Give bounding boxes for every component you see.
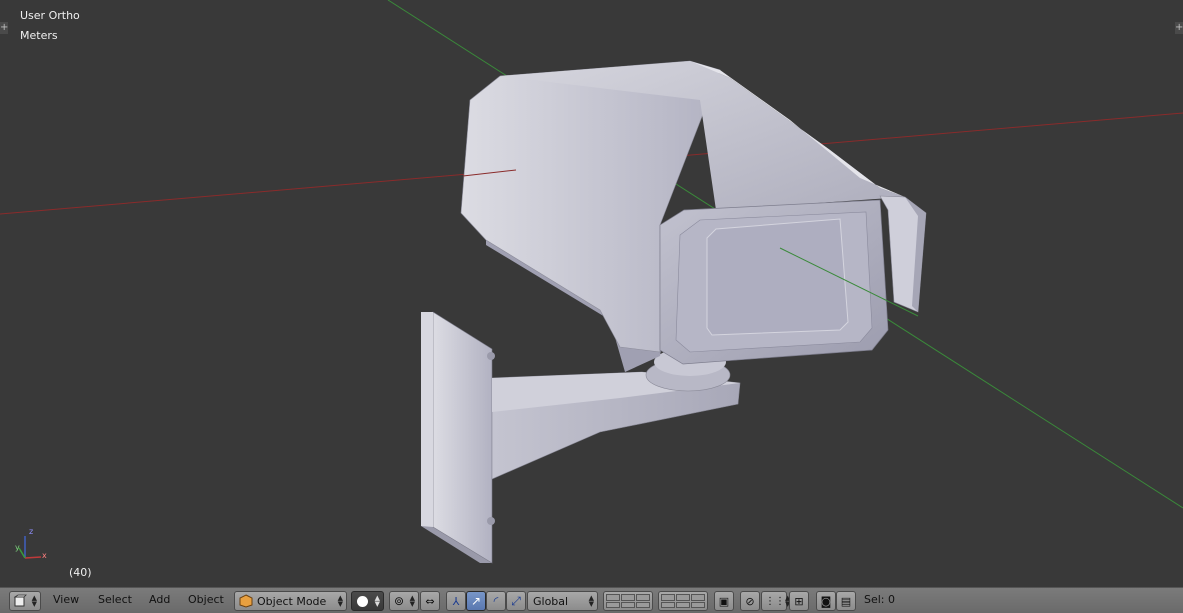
proportional-edit-button[interactable]: ⊘ <box>740 591 760 611</box>
render-opengl-button[interactable]: ◙ <box>816 591 836 611</box>
scale-manipulator-button[interactable]: ⤢ <box>506 591 526 611</box>
chevron-updown-icon: ▲ ▼ <box>337 594 343 608</box>
mode-selector[interactable]: Object Mode ▲ ▼ <box>234 591 347 611</box>
chevron-updown-icon: ▲ ▼ <box>374 594 380 608</box>
units-label: Meters <box>20 29 58 42</box>
translate-manipulator-button[interactable]: ↗ <box>466 591 486 611</box>
arrows-icon: ⇔ <box>425 594 435 608</box>
rotate-arc-icon: ◜ <box>493 594 499 608</box>
manipulator-toggle[interactable]: ⇔ <box>420 591 440 611</box>
cube-editor-icon <box>13 594 27 607</box>
proportional-edit-icon: ⊘ <box>745 594 755 608</box>
pivot-icon: ⊚ <box>394 594 405 608</box>
orientation-selector[interactable]: Global ▲ ▼ <box>527 591 598 611</box>
camera-housing[interactable] <box>460 60 927 372</box>
layers-group-2[interactable] <box>658 591 708 611</box>
axis-gizmo <box>18 536 42 559</box>
chevron-updown-icon: ▲ ▼ <box>31 594 37 608</box>
scale-icon: ⤢ <box>511 593 521 608</box>
layers-group-1[interactable] <box>603 591 653 611</box>
object-mode-icon <box>239 594 253 608</box>
mode-label: Object Mode <box>257 594 327 608</box>
viewport-shading-button[interactable]: ▲ ▼ <box>351 591 384 611</box>
axes-icon: ⅄ <box>452 594 460 608</box>
menu-select[interactable]: Select <box>98 593 132 606</box>
solid-shading-icon <box>357 595 368 607</box>
transform-manipulator-button[interactable]: ⅄ <box>446 591 466 611</box>
orientation-label: Global <box>533 594 569 608</box>
3d-viewport[interactable]: User Ortho Meters (40) z x y + + <box>0 0 1183 587</box>
magnet-icon: ⊞ <box>794 594 804 608</box>
editor-type-button[interactable]: ▲ ▼ <box>9 591 41 611</box>
view3d-header: ▲ ▼ View Select Add Object Object Mode ▲ ▼… <box>0 587 1183 613</box>
lock-layers-button[interactable]: ▣ <box>714 591 734 611</box>
snap-toggle-button[interactable]: ⊞ <box>789 591 809 611</box>
snap-increment-icon: ⋮⋮ <box>765 595 785 607</box>
chevron-updown-icon: ▲ ▼ <box>409 594 415 608</box>
scene-canvas[interactable] <box>0 0 1183 587</box>
camera-icon: ◙ <box>820 594 832 608</box>
render-animation-button[interactable]: ▤ <box>836 591 856 611</box>
menu-add[interactable]: Add <box>149 593 170 606</box>
properties-toggle-icon[interactable]: + <box>1175 22 1183 34</box>
chevron-updown-icon: ▲ ▼ <box>588 594 594 608</box>
menu-view[interactable]: View <box>53 593 79 606</box>
translate-arrow-icon: ↗ <box>470 594 482 608</box>
frame-label: (40) <box>69 566 92 579</box>
gizmo-y-label: y <box>15 543 20 552</box>
pivot-point-button[interactable]: ⊚ ▲ ▼ <box>389 591 419 611</box>
menu-object[interactable]: Object <box>188 593 224 606</box>
gizmo-z-label: z <box>29 527 34 536</box>
snap-element-button[interactable]: ⋮⋮ ▲ ▼ <box>761 591 790 611</box>
lock-icon: ▣ <box>718 594 730 608</box>
view-label: User Ortho <box>20 9 80 22</box>
clapperboard-icon: ▤ <box>840 594 852 608</box>
gizmo-x-label: x <box>42 551 47 560</box>
selection-count: Sel: 0 <box>864 593 896 606</box>
rotate-manipulator-button[interactable]: ◜ <box>486 591 506 611</box>
toolshelf-toggle-icon[interactable]: + <box>0 22 8 34</box>
